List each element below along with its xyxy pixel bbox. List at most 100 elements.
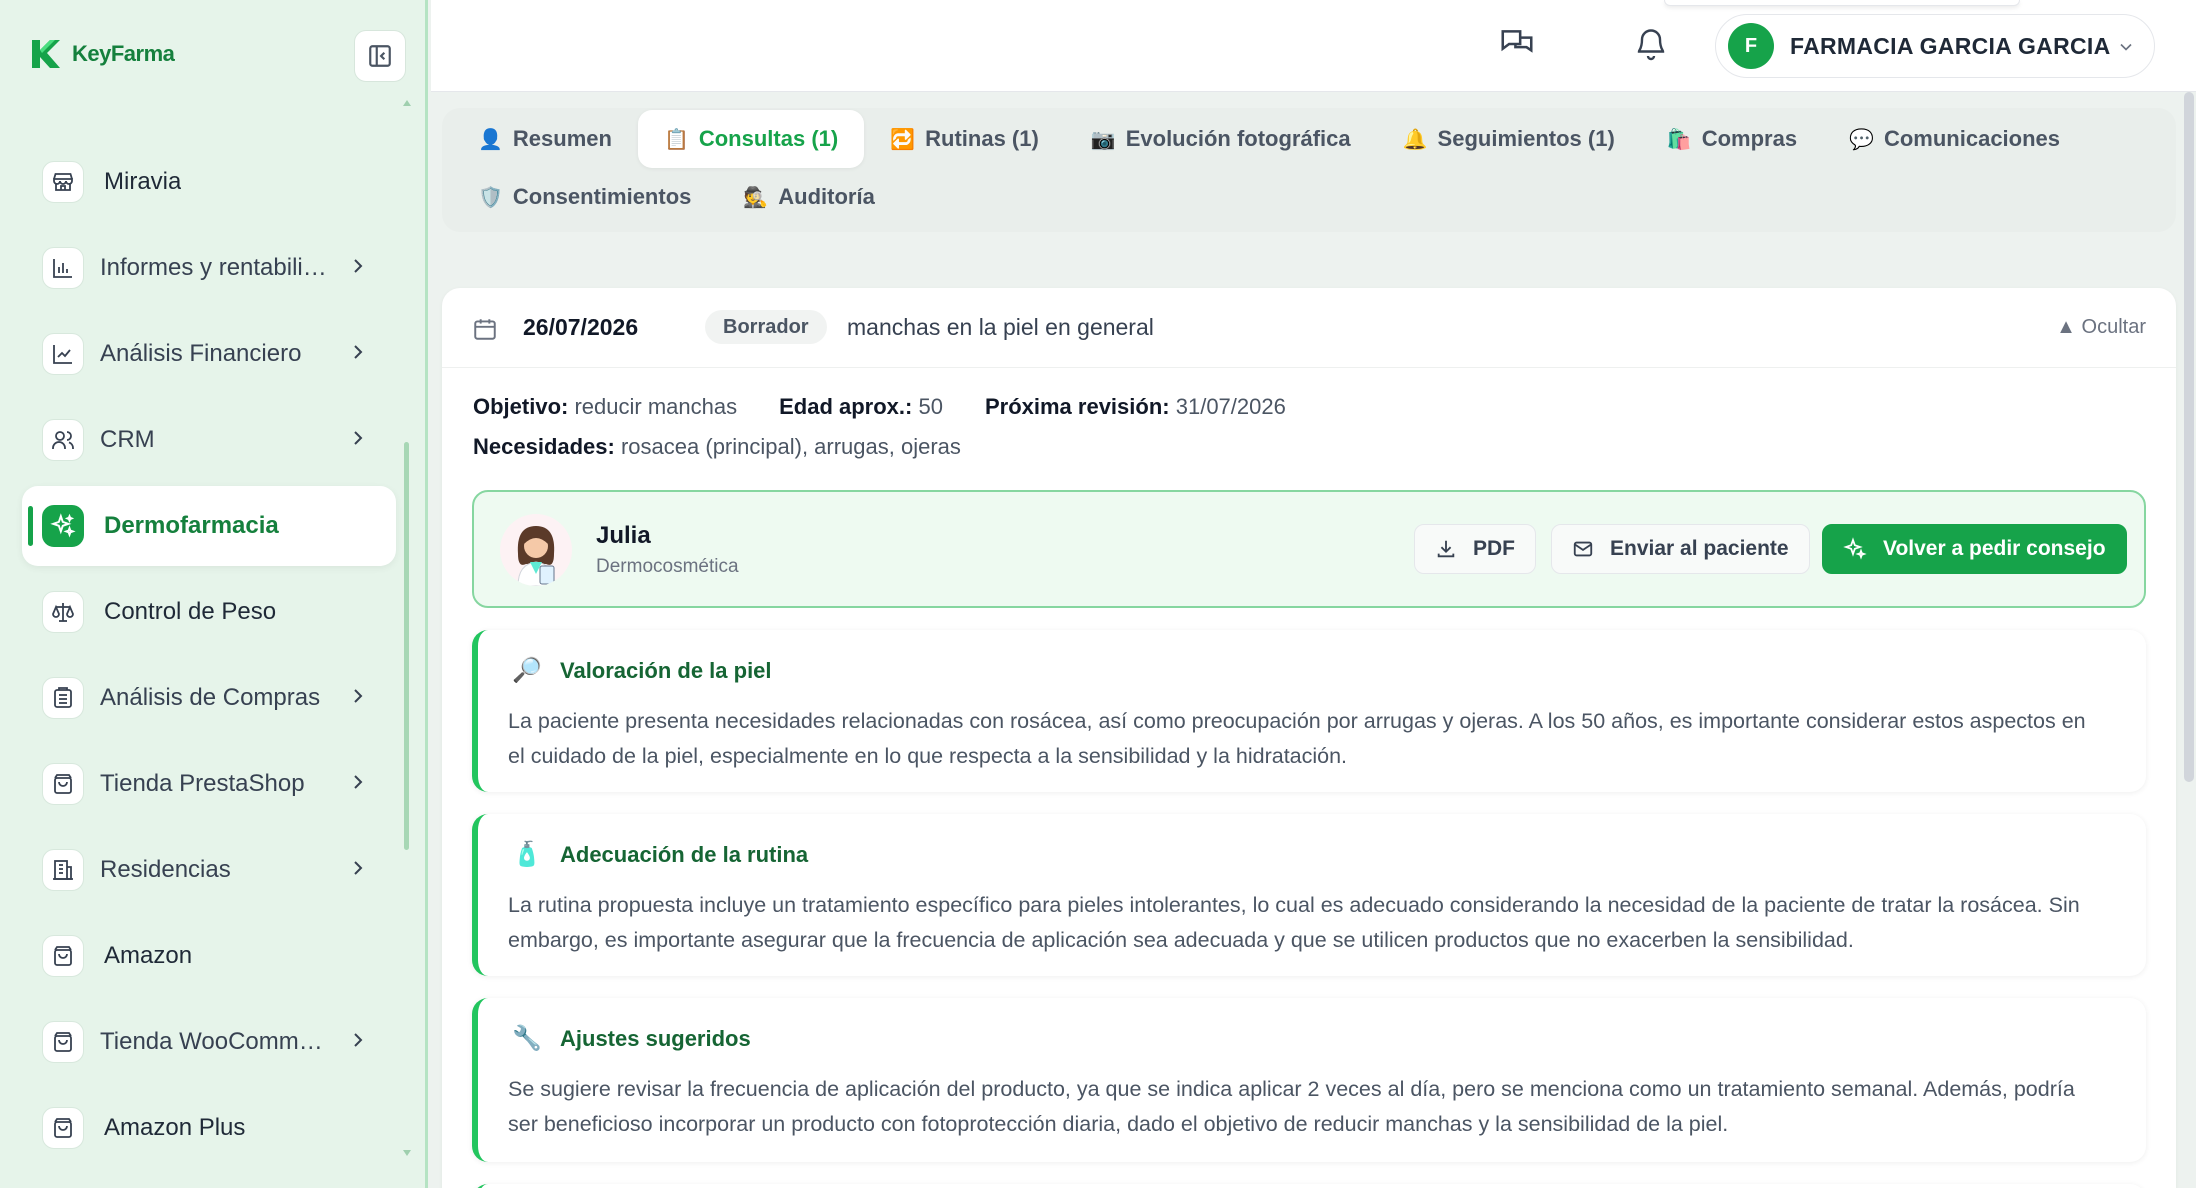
shopping-bag-icon [42,763,84,805]
sidebar-scrollbar[interactable] [404,442,409,850]
section-title: 🧴 Adecuación de la rutina [512,840,808,869]
download-icon [1437,540,1455,558]
sidebar-item-label: Amazon Plus [104,1114,246,1141]
sidebar-item-analisis-financiero[interactable]: Análisis Financiero [22,314,396,394]
pdf-label: PDF [1473,537,1515,560]
tab-comunicaciones[interactable]: 💬 Comunicaciones [1823,110,2086,168]
store-icon [42,161,84,203]
sidebar-item-label: Residencias [100,856,231,883]
sparkles-icon [1843,537,1867,560]
section-title: 🔎 Valoración de la piel [512,656,771,685]
clipboard-icon: 📋 [663,128,689,151]
tab-label: Evolución fotográfica [1125,126,1351,151]
bar-chart-icon [42,247,84,289]
chevron-down-icon [2120,43,2132,51]
retry-label: Volver a pedir consejo [1883,537,2106,560]
tab-label: Consultas (1) [698,126,839,151]
calendar-icon [474,319,496,340]
sidebar: KeyFarma Miravia Informes y rentabili… A… [0,0,428,1188]
objective-value: reducir manchas [574,394,738,419]
advisor-illustration-icon [517,526,555,586]
shopping-bag-icon [42,935,84,977]
tab-label: Auditoría [778,184,875,209]
bell-icon [1637,29,1665,61]
next-review-label: Próxima revisión: [984,394,1170,419]
chat-icon [1501,30,1533,53]
tab-consultas[interactable]: 📋 Consultas (1) [637,110,865,168]
sidebar-scroll-up[interactable] [403,100,411,106]
advisor-panel: Julia Dermocosmética PDF Enviar al pacie… [472,490,2146,608]
sidebar-item-woocommerce[interactable]: Tienda WooComme… [22,1002,396,1082]
section-next [472,1184,2146,1188]
camera-icon: 📷 [1090,128,1116,151]
section-title-text: Adecuación de la rutina [560,841,809,867]
section-body: La paciente presenta necesidades relacio… [508,709,2086,768]
notifications-button[interactable] [1629,22,1673,66]
hide-button[interactable]: ▲ Ocultar [2056,316,2146,339]
sidebar-item-amazon-plus[interactable]: Amazon Plus [22,1088,396,1168]
page-scrollbar[interactable] [2184,92,2194,782]
sidebar-item-label: Tienda WooComme… [100,1028,330,1055]
chevron-right-icon [354,345,363,359]
sidebar-scroll-down[interactable] [403,1150,411,1156]
sidebar-item-label: Informes y rentabili… [100,254,327,281]
sidebar-toggle-icon [369,45,391,67]
sidebar-item-label: Miravia [104,168,182,195]
brand-name: KeyFarma [72,41,175,66]
sidebar-item-residencias[interactable]: Residencias [22,830,396,910]
dropdown-popover [1664,0,2020,6]
needs-field: Necesidades: rosacea (principal), arruga… [473,434,961,460]
messages-button[interactable] [1495,22,1539,66]
pdf-button[interactable]: PDF [1414,524,1536,574]
collapse-sidebar-button[interactable] [354,30,406,82]
consultation-meta: Objetivo: reducir manchas Edad aprox.: 5… [473,394,1286,420]
speech-bubble-icon: 💬 [1849,128,1874,151]
keyfarma-logo-icon [32,40,60,68]
tab-auditoria[interactable]: 🕵️ Auditoría [717,168,900,226]
tab-rutinas[interactable]: 🔁 Rutinas (1) [864,110,1065,168]
sidebar-item-label: Análisis Financiero [100,340,302,367]
section-body: Se sugiere revisar la frecuencia de apli… [508,1077,2075,1136]
chevron-right-icon [354,861,363,875]
detective-icon: 🕵️ [743,186,769,209]
tab-consentimientos[interactable]: 🛡️ Consentimientos [452,168,717,226]
sidebar-item-informes[interactable]: Informes y rentabili… [22,228,396,308]
avatar: F [1728,23,1774,69]
tab-resumen[interactable]: 👤 Resumen [452,110,638,168]
person-icon: 👤 [478,128,503,151]
age-field: Edad aprox.: 50 [779,394,943,420]
magnifier-icon: 🔎 [512,657,542,684]
send-label: Enviar al paciente [1610,537,1789,560]
sidebar-item-amazon[interactable]: Amazon [22,916,396,996]
user-menu[interactable]: F FARMACIA GARCIA GARCIA [1715,14,2155,78]
section-body: La rutina propuesta incluye un tratamien… [508,893,2080,952]
tab-seguimientos[interactable]: 🔔 Seguimientos (1) [1377,110,1641,168]
retry-advice-button[interactable]: Volver a pedir consejo [1822,524,2127,574]
app-logo[interactable]: KeyFarma [28,36,175,72]
tab-evolucion-fotografica[interactable]: 📷 Evolución fotográfica [1065,110,1377,168]
section-suggested-adjustments: 🔧 Ajustes sugeridos Se sugiere revisar l… [472,998,2146,1162]
needs-label: Necesidades: [473,434,615,459]
line-chart-icon [42,333,84,375]
age-label: Edad aprox.: [779,394,913,419]
tab-label: Rutinas (1) [925,126,1039,151]
send-to-patient-button[interactable]: Enviar al paciente [1551,524,1810,574]
sidebar-item-miravia[interactable]: Miravia [22,142,396,222]
sidebar-item-label: CRM [100,426,155,453]
sidebar-item-analisis-compras[interactable]: Análisis de Compras [22,658,396,738]
tab-label: Consentimientos [512,184,692,209]
section-routine-fit: 🧴 Adecuación de la rutina La rutina prop… [472,814,2146,976]
consultation-header[interactable]: 26/07/2026 Borrador manchas en la piel e… [442,288,2176,368]
tab-label: Compras [1701,126,1798,151]
sidebar-item-control-peso[interactable]: Control de Peso [22,572,396,652]
tab-compras[interactable]: 🛍️ Compras [1641,110,1823,168]
sidebar-item-dermofarmacia[interactable]: Dermofarmacia [22,486,396,566]
chevron-right-icon [354,259,363,273]
building-icon [42,849,84,891]
sidebar-item-crm[interactable]: CRM [22,400,396,480]
wrench-icon: 🔧 [512,1025,542,1052]
consultation-description: manchas en la piel en general [847,314,1154,340]
sidebar-item-prestashop[interactable]: Tienda PrestaShop [22,744,396,824]
shield-icon: 🛡️ [478,186,503,209]
advisor-role: Dermocosmética [596,556,739,577]
